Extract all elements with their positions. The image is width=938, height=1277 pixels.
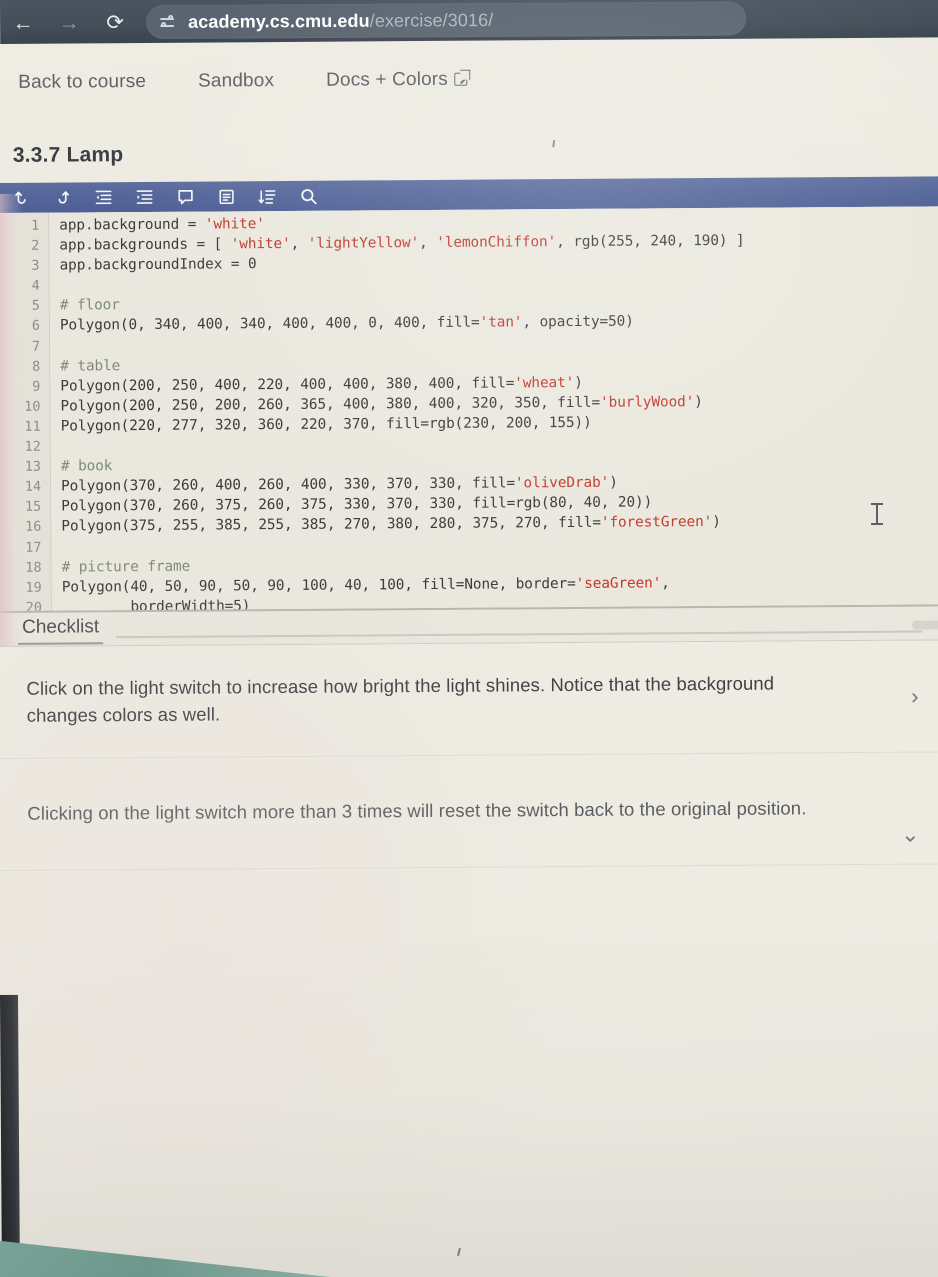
- code-token: ,: [419, 235, 437, 252]
- code-token: # floor: [59, 297, 120, 314]
- code-token: 'white': [230, 236, 291, 253]
- nav-back-to-course[interactable]: Back to course: [18, 71, 146, 94]
- code-text-area[interactable]: app.background = 'white' app.backgrounds …: [49, 206, 938, 613]
- line-number: 19: [25, 579, 42, 596]
- line-number: 3: [31, 257, 40, 274]
- scrollbar-thumb[interactable]: [912, 620, 938, 630]
- line-number: 9: [32, 378, 41, 395]
- code-token: # book: [60, 458, 113, 475]
- checklist-item-text: Clicking on the light switch more than 3…: [27, 797, 807, 824]
- nav-sandbox-label: Sandbox: [197, 70, 275, 92]
- code-token: , rgb(255, 240, 190) ]: [556, 232, 745, 251]
- line-number: 12: [24, 438, 41, 455]
- line-number: 4: [31, 277, 40, 295]
- nav-back-to-course-label: Back to course: [18, 70, 147, 93]
- page-content: Back to course Sandbox Docs + Colors 3.3…: [0, 37, 938, 1277]
- code-token: , opacity=50): [522, 314, 634, 331]
- screen-photo: ← → ⟳ academy.cs.cmu.edu/exercise/3016/ …: [0, 0, 938, 1277]
- code-editor[interactable]: 1234567891011121314151617181920212223242…: [0, 206, 938, 614]
- nav-sandbox[interactable]: Sandbox: [198, 70, 274, 93]
- line-number: 18: [25, 559, 42, 576]
- code-token: Polygon(200, 250, 400, 220, 400, 400, 38…: [60, 375, 515, 395]
- text-cursor: [871, 503, 883, 525]
- code-token: ): [574, 374, 583, 391]
- code-token: app.background =: [59, 216, 205, 234]
- line-number: 15: [24, 499, 42, 516]
- code-token: 'seaGreen': [575, 575, 662, 592]
- external-link-icon: [453, 72, 467, 86]
- code-token: Polygon(375, 255, 385, 255, 385, 270, 38…: [61, 515, 601, 535]
- comment-icon[interactable]: [165, 182, 206, 212]
- line-number: 11: [24, 418, 41, 435]
- code-token: Polygon(40, 50, 90, 50, 90, 100, 40, 100…: [61, 575, 576, 596]
- line-number: 20: [25, 599, 42, 614]
- line-number: 10: [24, 398, 41, 415]
- code-token: 'wheat': [514, 374, 575, 392]
- code-token: ,: [290, 235, 308, 253]
- code-token: app.backgroundIndex = 0: [59, 256, 257, 274]
- url-host: academy.cs.cmu.edu: [188, 10, 370, 32]
- chevron-down-icon[interactable]: ⌄: [901, 822, 920, 847]
- code-token: # table: [60, 357, 121, 375]
- list-item[interactable]: Click on the light switch to increase ho…: [0, 640, 938, 760]
- tab-checklist[interactable]: Checklist: [22, 616, 99, 639]
- nav-docs-colors[interactable]: Docs + Colors: [326, 69, 467, 92]
- address-bar[interactable]: academy.cs.cmu.edu/exercise/3016/: [146, 1, 747, 40]
- checklist-list: Click on the light switch to increase ho…: [0, 640, 938, 948]
- back-icon[interactable]: ←: [0, 0, 46, 46]
- indent-increase-icon[interactable]: [124, 182, 165, 212]
- url-path: /exercise/3016/: [369, 9, 494, 31]
- line-number: 1: [31, 217, 40, 234]
- code-token: ,: [661, 574, 670, 592]
- address-bar-text: academy.cs.cmu.edu/exercise/3016/: [188, 9, 493, 32]
- code-token: 'tan': [479, 314, 523, 332]
- search-icon[interactable]: [288, 181, 329, 211]
- code-token: 'burlyWood': [599, 393, 695, 411]
- code-token: ): [609, 474, 618, 491]
- code-token: 'lightYellow': [307, 235, 420, 252]
- code-token: Polygon(200, 250, 200, 260, 365, 400, 38…: [60, 394, 601, 415]
- line-number: 17: [25, 539, 42, 556]
- code-token: Polygon(370, 260, 375, 260, 375, 330, 37…: [61, 494, 653, 515]
- line-number: 13: [24, 458, 42, 475]
- code-token: ): [694, 393, 703, 410]
- code-token: 'white': [204, 216, 265, 233]
- code-token: # picture frame: [61, 558, 191, 576]
- line-number: 8: [32, 358, 41, 375]
- indent-decrease-icon[interactable]: [83, 182, 124, 212]
- line-number: 2: [31, 237, 40, 254]
- line-number: 5: [31, 298, 40, 315]
- line-number: 14: [24, 478, 42, 496]
- line-number-gutter: 1234567891011121314151617181920212223242…: [0, 212, 52, 614]
- forward-icon[interactable]: →: [46, 0, 92, 46]
- line-number: 6: [31, 318, 41, 335]
- code-token: app.backgrounds = [: [59, 236, 231, 254]
- code-token: Polygon(220, 277, 320, 360, 220, 370, fi…: [60, 414, 592, 435]
- chevron-right-icon[interactable]: ›: [911, 683, 919, 708]
- line-number: 16: [25, 519, 42, 536]
- format-lines-icon[interactable]: [206, 181, 247, 211]
- list-item[interactable]: Clicking on the light switch more than 3…: [0, 752, 938, 872]
- code-token: 'lemonChiffon': [436, 234, 557, 252]
- monitor-bezel: [0, 994, 20, 1277]
- site-top-nav: Back to course Sandbox Docs + Colors: [18, 69, 467, 94]
- code-token: 'forestGreen': [600, 514, 713, 532]
- code-token: ): [712, 514, 721, 531]
- screen-speck: [552, 140, 556, 148]
- redo-icon[interactable]: [42, 182, 83, 212]
- code-token: 'oliveDrab': [514, 474, 610, 492]
- line-number: 7: [31, 338, 41, 355]
- tabbar-divider: [116, 630, 923, 639]
- page-title: 3.3.7 Lamp: [12, 143, 124, 167]
- reload-icon[interactable]: ⟳: [92, 0, 138, 45]
- undo-icon[interactable]: [1, 183, 42, 213]
- code-token: Polygon(370, 260, 400, 260, 400, 330, 37…: [61, 475, 516, 495]
- nav-docs-colors-label: Docs + Colors: [326, 68, 448, 91]
- checklist-item-text: Click on the light switch to increase ho…: [26, 672, 775, 726]
- code-token: Polygon(0, 340, 400, 340, 400, 400, 0, 4…: [59, 315, 480, 335]
- site-settings-icon[interactable]: [160, 14, 177, 29]
- page-empty-area: [0, 940, 938, 1277]
- sort-lines-icon[interactable]: [247, 181, 288, 211]
